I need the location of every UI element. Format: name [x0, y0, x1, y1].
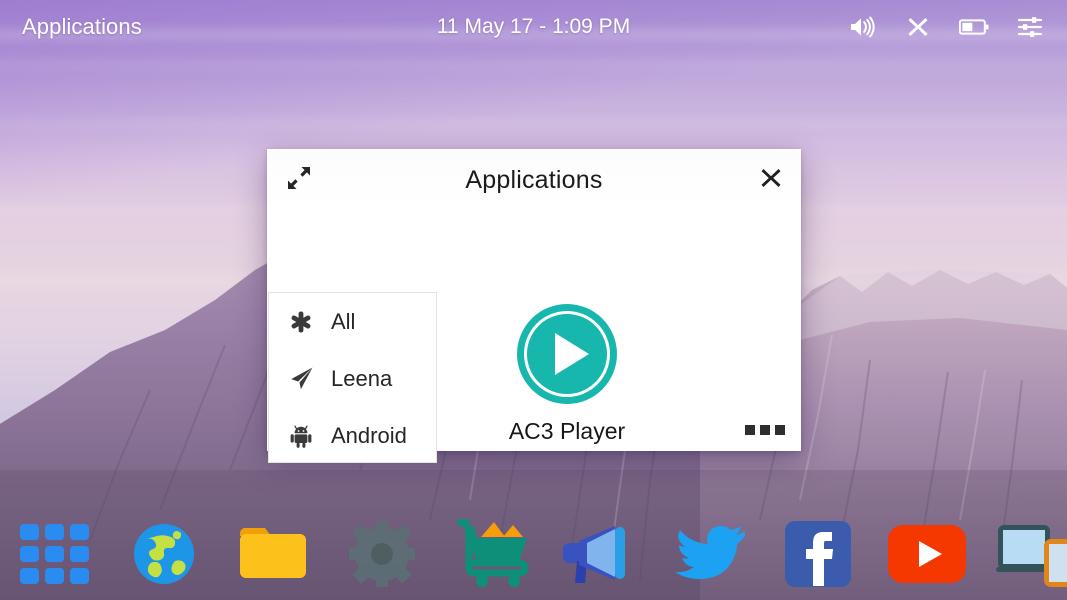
close-icon[interactable] — [903, 12, 933, 42]
asterisk-icon — [285, 310, 317, 334]
settings-sliders-icon[interactable] — [1015, 12, 1045, 42]
taskbar-item-twitter[interactable] — [654, 508, 763, 600]
twitter-icon — [674, 525, 745, 579]
sidebar-item-android[interactable]: Android — [269, 407, 436, 464]
sidebar-item-leena[interactable]: Leena — [269, 350, 436, 407]
application-list: AC3 Player — [437, 211, 801, 451]
gear-icon — [348, 521, 415, 587]
android-icon — [285, 424, 317, 448]
play-triangle-icon — [555, 333, 589, 375]
globe-icon — [133, 524, 194, 584]
taskbar-item-settings[interactable] — [327, 508, 436, 600]
window-header: Applications — [267, 149, 801, 211]
taskbar-item-store[interactable] — [436, 508, 545, 600]
youtube-icon — [887, 525, 966, 583]
more-options-icon[interactable] — [745, 425, 785, 435]
taskbar — [0, 508, 1067, 600]
taskbar-item-devices[interactable] — [981, 508, 1067, 600]
shopping-cart-icon — [456, 519, 528, 587]
taskbar-item-announcements[interactable] — [545, 508, 654, 600]
sidebar-item-label: Leena — [331, 365, 393, 391]
taskbar-item-youtube[interactable] — [872, 508, 981, 600]
taskbar-item-browser[interactable] — [109, 508, 218, 600]
facebook-icon — [784, 521, 851, 587]
category-sidebar: All Leena Android — [268, 292, 437, 463]
sidebar-item-all[interactable]: All — [269, 293, 436, 350]
window-close-icon[interactable] — [751, 158, 791, 198]
app-tile-label: AC3 Player — [508, 418, 626, 444]
folder-icon — [239, 528, 306, 578]
taskbar-item-app-grid[interactable] — [0, 508, 109, 600]
taskbar-item-files[interactable] — [218, 508, 327, 600]
desktop-screen: Applications 11 May 17 - 1:09 PM Applica… — [0, 0, 1067, 600]
app-tile-ac3-player[interactable]: AC3 Player — [477, 304, 657, 445]
sidebar-item-label: All — [331, 308, 356, 334]
taskbar-item-facebook[interactable] — [763, 508, 872, 600]
topbar-tray — [847, 12, 1045, 42]
play-circle-icon — [517, 304, 617, 404]
volume-icon[interactable] — [847, 12, 877, 42]
battery-icon[interactable] — [959, 12, 989, 42]
topbar-title: Applications — [22, 14, 142, 39]
window-body: All Leena Android AC3 Player — [267, 211, 801, 463]
sidebar-item-label: Android — [331, 422, 407, 448]
devices-icon — [995, 525, 1067, 587]
app-grid-icon — [20, 524, 89, 584]
megaphone-icon — [562, 526, 625, 583]
paper-plane-icon — [285, 366, 317, 391]
window-title: Applications — [465, 165, 603, 194]
top-status-bar: Applications 11 May 17 - 1:09 PM — [0, 0, 1067, 54]
applications-window: Applications All Leena Android AC3 Playe… — [267, 149, 801, 463]
